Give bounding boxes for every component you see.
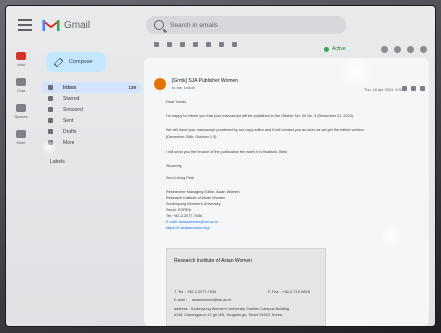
spaces-icon [16, 104, 26, 112]
nav-sent-label: Sent [63, 117, 74, 124]
star-toggle-icon[interactable] [402, 86, 407, 91]
search-icon[interactable] [154, 20, 164, 30]
search-input[interactable]: Search in emails [170, 22, 218, 29]
more-vert-icon[interactable] [420, 86, 425, 91]
email-closing: Sincerely, [166, 164, 183, 168]
nav-starred-label: Starred [63, 95, 80, 102]
nav-snoozed[interactable]: Snoozed [42, 104, 142, 115]
rail-meet[interactable]: Meet [12, 130, 30, 145]
top-icons [381, 46, 427, 53]
gmail-m-icon [42, 19, 60, 32]
glare-spot [40, 140, 58, 154]
left-rail: Mail Chat Spaces Meet [6, 48, 36, 158]
inbox-count: 139 [128, 85, 136, 90]
apps-icon[interactable] [407, 46, 414, 53]
card-fax: F. Fax. : +82-2-710-9828 [268, 290, 310, 294]
draft-icon [48, 129, 53, 134]
star-icon [48, 96, 53, 101]
nav-sent[interactable]: Sent [42, 115, 142, 126]
signature-email-link[interactable]: E-mail: asianwomen@sm.ac.kr [166, 220, 218, 224]
mark-unread-icon[interactable] [206, 42, 211, 47]
email-toolbar [154, 42, 237, 47]
status-indicator[interactable]: Active [324, 46, 346, 52]
nav-inbox-label: Inbox [63, 84, 77, 91]
nav-inbox[interactable]: Inbox 139 [42, 82, 142, 93]
folder-nav: Inbox 139 Starred Snoozed Sent Drafts Mo… [42, 82, 142, 148]
signature-line: Sookmyung Women's University [166, 202, 221, 206]
clock-icon [48, 107, 53, 112]
nav-drafts[interactable]: Drafts [42, 126, 142, 137]
mail-icon [16, 52, 26, 60]
labels-heading: Labels [50, 159, 65, 165]
signature-line: Tel: +82-2-2077-7636 [166, 214, 203, 218]
signature-line: Seoul, KOREA [166, 208, 192, 212]
rail-mail-label: Mail [17, 62, 25, 67]
account-avatar-icon[interactable] [420, 46, 427, 53]
rail-chat-label: Chat [16, 88, 26, 93]
nav-more-label: More [63, 139, 75, 146]
glare-spot [378, 226, 404, 244]
nav-snoozed-label: Snoozed [63, 106, 83, 113]
app-name: Gmail [64, 19, 91, 31]
gmail-logo[interactable]: Gmail [42, 19, 90, 32]
email-line-1: I'm happy to inform you that your manusc… [166, 114, 354, 118]
signature-line: Researcher Managing Editor, Asian Women [166, 190, 240, 194]
more-options-icon[interactable] [232, 42, 237, 47]
card-email-link[interactable]: asianwomen@sm.ac.kr [192, 298, 232, 302]
email-date: Thu, 18 Apr 2024, 9:30 [364, 88, 403, 92]
rail-spaces[interactable]: Spaces [12, 104, 30, 119]
rail-spaces-label: Spaces [14, 114, 28, 119]
email-line-3: I will send you the invoice of the publi… [166, 150, 287, 154]
send-icon [48, 118, 53, 123]
rail-mail[interactable]: Mail [12, 52, 30, 67]
archive-icon[interactable] [167, 42, 172, 47]
signature-line: Research Institute of Asian Women [166, 196, 226, 200]
card-address-1: address : Sookmyung Women's University S… [174, 307, 290, 311]
help-icon[interactable] [381, 46, 388, 53]
nav-starred[interactable]: Starred [42, 93, 142, 104]
delete-icon[interactable] [193, 42, 198, 47]
sender-avatar [154, 78, 166, 90]
gmail-screen: Gmail Search in emails Active Mail Chat … [6, 6, 435, 326]
settings-icon[interactable] [394, 46, 401, 53]
sender-name: [Grmk] SJA Publisher Women [172, 78, 239, 84]
meet-icon [16, 130, 26, 138]
compose-button[interactable]: Compose [46, 52, 106, 72]
pencil-icon [53, 57, 64, 67]
signature-name: Seol Leung Park [166, 176, 195, 180]
status-label: Active [332, 46, 346, 52]
message-actions [402, 86, 425, 91]
card-email-label: E-mail : [174, 298, 187, 302]
card-title: Research Institute of Asian Women [174, 258, 253, 264]
card-tel: T. Tel. : +82-2-2077-7636 [174, 290, 217, 294]
card-address-2: #116, Cheongpa-ro 47-gil 100, Yongsan-gu… [174, 313, 283, 317]
status-dot-icon [324, 46, 329, 52]
email-greeting: Dear Yamin, [166, 100, 187, 104]
rail-meet-label: Meet [16, 140, 26, 145]
email-line-2b: (December 30th, October 1.3) [166, 135, 217, 139]
inbox-icon [48, 85, 53, 90]
snooze-icon[interactable] [219, 42, 224, 47]
report-icon[interactable] [180, 42, 185, 47]
chat-icon [16, 78, 26, 86]
glare-spot [336, 58, 376, 84]
reply-icon[interactable] [411, 86, 416, 91]
rail-chat[interactable]: Chat [12, 78, 30, 93]
signature-website-link[interactable]: https://e-asianwomen.org/ [166, 226, 210, 230]
recipient-line[interactable]: to me, kokoh [172, 85, 195, 90]
email-line-2: We will have your manuscript proofread b… [166, 128, 364, 132]
nav-drafts-label: Drafts [63, 128, 77, 135]
hamburger-menu-icon[interactable] [18, 18, 32, 32]
compose-label: Compose [69, 59, 93, 65]
back-icon[interactable] [154, 42, 159, 47]
search-bar[interactable]: Search in emails [146, 16, 346, 34]
